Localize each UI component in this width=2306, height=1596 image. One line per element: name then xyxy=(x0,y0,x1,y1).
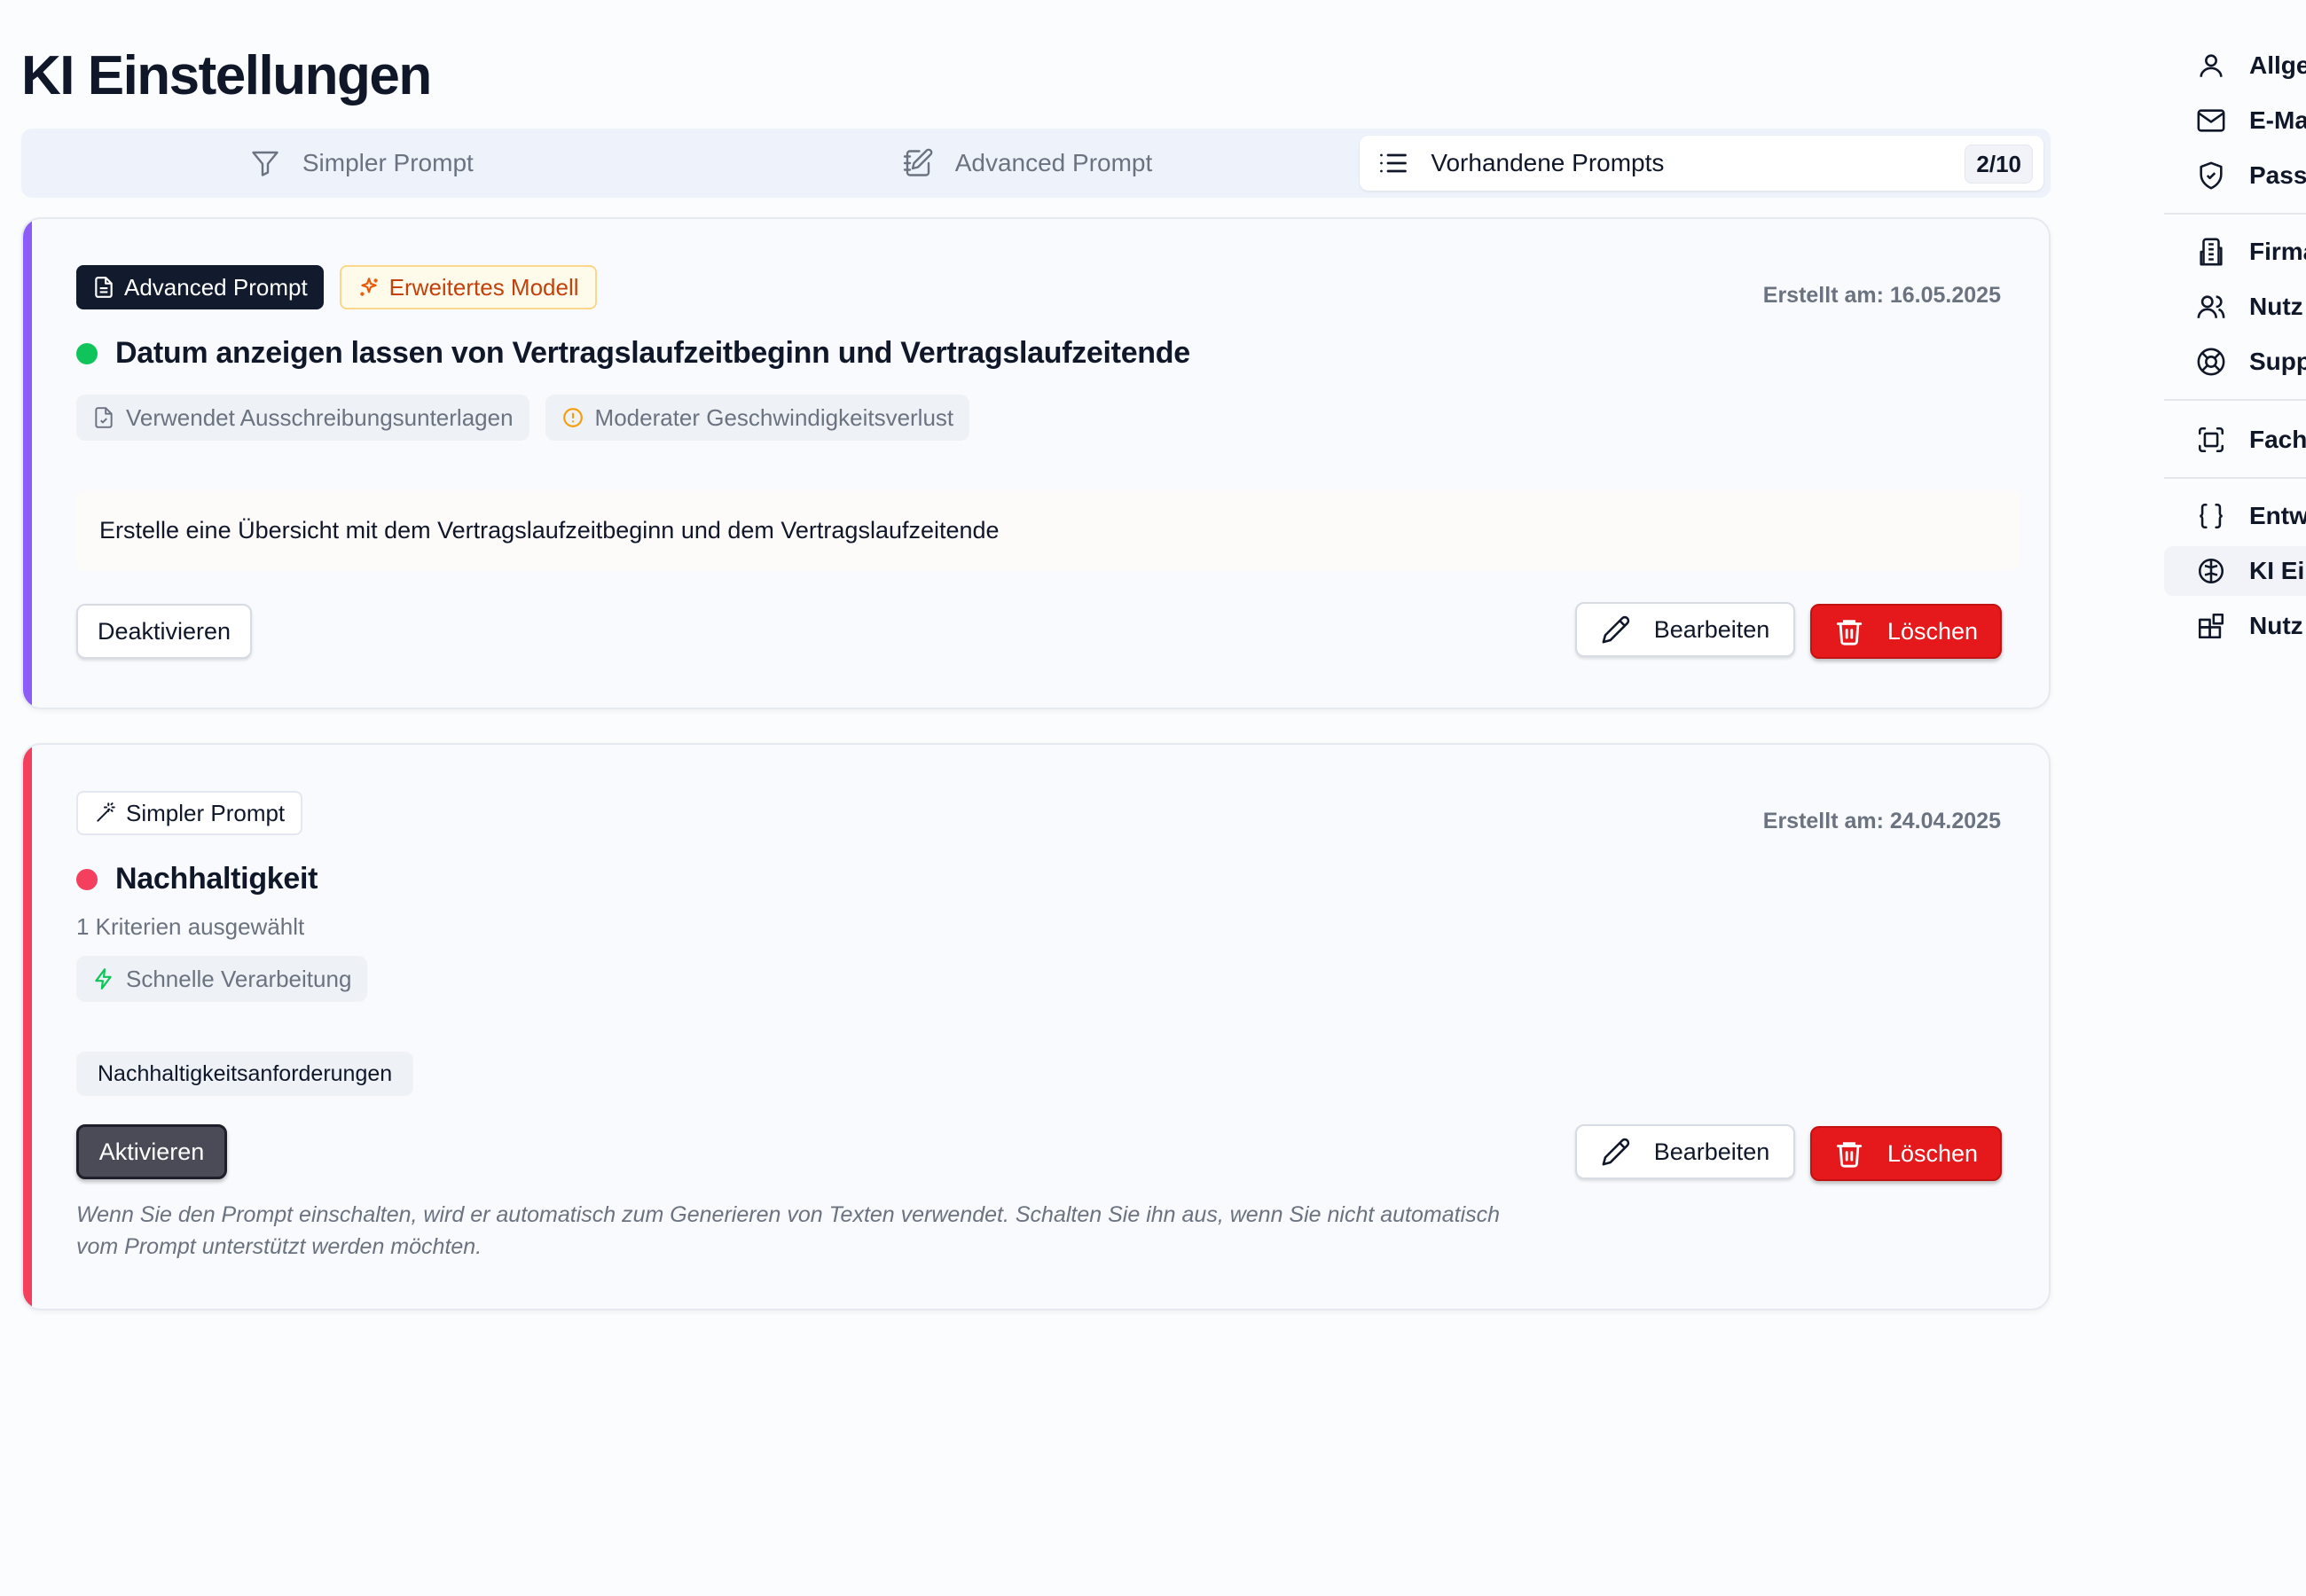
prompt-description: Erstelle eine Übersicht mit dem Vertrags… xyxy=(76,490,2020,570)
file-text-icon xyxy=(95,277,113,298)
created-date: Erstellt am: 16.05.2025 xyxy=(1762,283,2001,308)
tab-label: Simpler Prompt xyxy=(302,149,474,176)
wand-icon xyxy=(97,802,115,822)
sidebar-item-users[interactable]: Nutz xyxy=(2164,282,2306,332)
pencil-icon xyxy=(1602,1138,1629,1166)
activation-hint: Wenn Sie den Prompt einschalten, wird er… xyxy=(76,1202,1501,1259)
notebook-pen-icon xyxy=(903,148,933,176)
delete-button[interactable]: Löschen xyxy=(1810,604,2002,659)
building-icon xyxy=(2200,238,2223,266)
status-dot-active xyxy=(76,342,98,364)
trash-icon xyxy=(1836,620,1863,645)
activate-button[interactable]: Aktivieren xyxy=(76,1124,227,1179)
sidebar-item-password[interactable]: Passw xyxy=(2164,151,2306,200)
filter-icon xyxy=(252,151,278,176)
fast-processing-chip: Schnelle Verarbeitung xyxy=(76,956,368,1002)
uses-documents-chip: Verwendet Ausschreibungsunterlagen xyxy=(76,395,529,441)
status-dot-inactive xyxy=(76,868,98,890)
edit-button[interactable]: Bearbeiten xyxy=(1575,602,1795,657)
pencil-icon xyxy=(1602,615,1629,644)
scan-icon xyxy=(2198,426,2224,453)
sidebar-item-developer[interactable]: Entw xyxy=(2164,491,2306,541)
sidebar-item-usage[interactable]: Nutz xyxy=(2164,601,2306,651)
brain-icon xyxy=(2198,558,2224,584)
list-icon xyxy=(1380,153,1408,173)
sidebar-item-email[interactable]: E-Ma xyxy=(2164,96,2306,145)
page-title: KI Einstellungen xyxy=(21,45,432,106)
blocks-icon xyxy=(2198,613,2224,639)
tab-simpler-prompt[interactable]: Simpler Prompt xyxy=(28,136,694,191)
criteria-tag: Nachhaltigkeitsanforderungen xyxy=(76,1052,414,1096)
mail-icon xyxy=(2197,109,2225,132)
alert-circle-icon xyxy=(562,408,583,427)
sidebar-item-company[interactable]: Firma xyxy=(2164,227,2306,277)
tab-advanced-prompt[interactable]: Advanced Prompt xyxy=(694,136,1361,191)
prompt-card: Advanced Prompt Erweitertes Modell Erste… xyxy=(21,217,2051,709)
prompt-count-badge: 2/10 xyxy=(1965,145,2034,184)
delete-button[interactable]: Löschen xyxy=(1810,1126,2002,1181)
tab-existing-prompts[interactable]: Vorhandene Prompts 2/10 xyxy=(1360,136,2044,191)
criteria-count: 1 Kriterien ausgewählt xyxy=(76,913,305,940)
life-buoy-icon xyxy=(2197,348,2225,376)
deactivate-button[interactable]: Deaktivieren xyxy=(76,604,252,659)
created-date: Erstellt am: 24.04.2025 xyxy=(1762,809,2001,833)
tab-label: Vorhandene Prompts xyxy=(1431,149,1665,176)
edit-button[interactable]: Bearbeiten xyxy=(1575,1124,1795,1179)
sidebar-item-ki-settings[interactable]: KI Ei xyxy=(2164,546,2306,596)
braces-icon xyxy=(2200,503,2223,529)
prompt-title: Datum anzeigen lassen von Vertragslaufze… xyxy=(115,336,1190,370)
sidebar-item-support[interactable]: Supp xyxy=(2164,337,2306,387)
prompt-type-badge: Simpler Prompt xyxy=(76,791,303,835)
file-check-icon xyxy=(95,407,113,428)
sidebar-item-fach[interactable]: Fach xyxy=(2164,415,2306,465)
users-icon xyxy=(2197,295,2225,318)
prompt-tabs: Simpler Prompt Advanced Prompt Vorhanden… xyxy=(21,129,2051,198)
sidebar-divider xyxy=(2164,399,2306,401)
prompt-card: Simpler Prompt Erstellt am: 24.04.2025 N… xyxy=(21,743,2051,1310)
sidebar-divider xyxy=(2164,213,2306,215)
user-icon xyxy=(2200,54,2223,77)
sidebar-divider xyxy=(2164,477,2306,479)
shield-icon xyxy=(2200,161,2223,190)
sparkles-icon xyxy=(359,278,378,296)
prompt-type-badge: Advanced Prompt xyxy=(76,265,324,309)
prompt-title: Nachhaltigkeit xyxy=(115,862,318,896)
zap-icon xyxy=(95,968,112,990)
sidebar-item-general[interactable]: Allge xyxy=(2164,41,2306,90)
tab-label: Advanced Prompt xyxy=(954,149,1153,176)
model-badge: Erweitertes Modell xyxy=(339,265,597,309)
trash-icon xyxy=(1836,1142,1863,1168)
speed-warning-chip: Moderater Geschwindigkeitsverlust xyxy=(545,395,970,441)
